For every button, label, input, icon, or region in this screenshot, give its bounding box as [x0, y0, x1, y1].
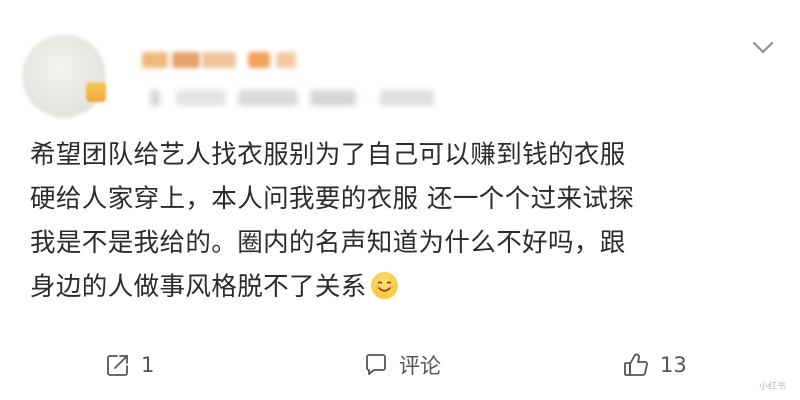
chevron-down-icon[interactable] [752, 40, 774, 54]
verified-badge-icon [86, 82, 106, 102]
like-count: 13 [660, 353, 687, 377]
thumbs-up-icon [622, 351, 650, 379]
repost-button[interactable]: 1 [105, 345, 154, 385]
action-bar: 1 评论 13 [0, 345, 800, 385]
post-card: 希望团队给艺人找衣服别为了自己可以赚到钱的衣服 硬给人家穿上，本人问我要的衣服 … [0, 0, 800, 400]
content-line: 硬给人家穿上，本人问我要的衣服 还一个个过来试探 [30, 184, 635, 214]
content-line-last: 身边的人做事风格脱不了关系 [30, 265, 780, 309]
post-meta-redacted [150, 86, 440, 110]
content-line: 希望团队给艺人找衣服别为了自己可以赚到钱的衣服 [30, 140, 626, 170]
comment-label: 评论 [399, 354, 441, 378]
avatar[interactable] [22, 34, 106, 118]
share-icon [105, 352, 131, 378]
content-line-text: 身边的人做事风格脱不了关系 [30, 272, 367, 302]
author-name-redacted[interactable] [132, 44, 302, 74]
post-content: 希望团队给艺人找衣服别为了自己可以赚到钱的衣服 硬给人家穿上，本人问我要的衣服 … [30, 133, 780, 309]
smiling-face-icon [370, 272, 398, 299]
comment-icon [363, 352, 389, 378]
repost-count: 1 [141, 353, 155, 377]
comment-button[interactable]: 评论 [363, 345, 441, 385]
like-button[interactable]: 13 [622, 345, 687, 385]
content-line: 我是不是我给的。圈内的名声知道为什么不好吗，跟 [30, 228, 626, 258]
watermark: 小红书 [758, 382, 786, 392]
